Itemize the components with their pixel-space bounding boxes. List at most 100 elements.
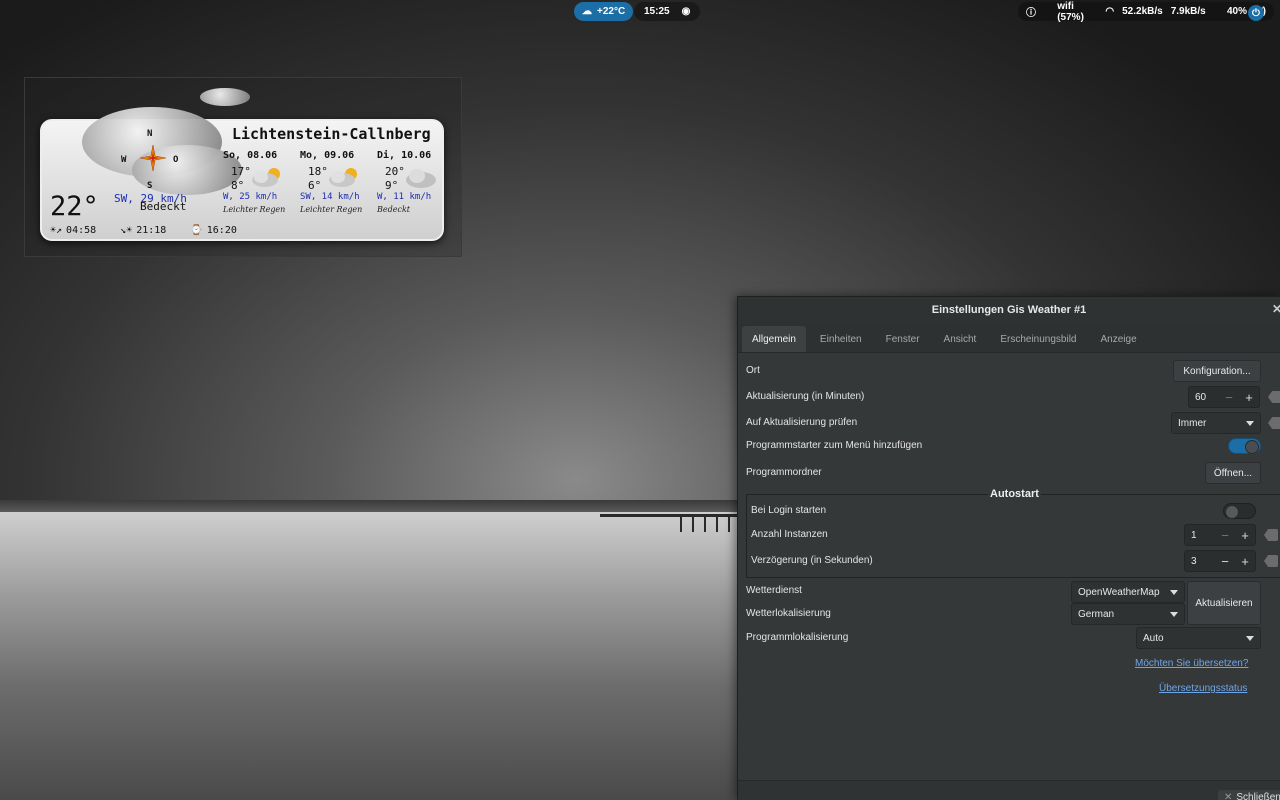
system-tray: ⓘ wifi (57%) ◠ 52.2kB/s 7.9kB/s 40% ◀) ⏻: [1018, 1, 1274, 23]
compass-w: W: [121, 155, 127, 165]
net-down: 52.2kB/s: [1122, 6, 1163, 17]
delay-value[interactable]: 3: [1185, 556, 1215, 567]
sunset-time: 21:18: [136, 225, 167, 236]
check-update-select[interactable]: Immer: [1171, 412, 1261, 434]
forecast-date: Di, 10.06: [377, 150, 432, 161]
chevron-down-icon: [1170, 589, 1178, 595]
pier-post: [716, 514, 718, 532]
delay-label: Verzögerung (in Sekunden): [751, 555, 873, 566]
translation-status-link[interactable]: Übersetzungsstatus: [1159, 683, 1247, 694]
sunrise-icon: ☀↗: [50, 225, 63, 236]
delay-spinner[interactable]: 3 − +: [1184, 550, 1256, 572]
menu-launcher-label: Programmstarter zum Menü hinzufügen: [746, 440, 923, 451]
decrement-button[interactable]: −: [1215, 554, 1235, 569]
login-start-toggle[interactable]: [1223, 503, 1256, 519]
eye-icon[interactable]: ◉: [682, 6, 691, 17]
forecast-wind: SW, 14 km/h: [300, 192, 360, 202]
weather-service-label: Wetterdienst: [746, 585, 802, 596]
sun-cloud-icon: [252, 168, 280, 187]
current-temp: 22°: [50, 191, 99, 222]
toggle-knob: [1225, 505, 1239, 519]
battery-label[interactable]: 40%: [1227, 6, 1247, 17]
close-label: Schließen: [1236, 791, 1280, 800]
toggle-knob: [1245, 440, 1259, 454]
program-locale-label: Programmlokalisierung: [746, 632, 849, 643]
top-panel: ☁ +22°C 15:25 ◉ ⓘ wifi (57%) ◠ 52.2kB/s …: [0, 0, 1280, 23]
tab-anzeige[interactable]: Anzeige: [1091, 326, 1147, 352]
update-interval-spinner[interactable]: 60 − +: [1188, 386, 1260, 408]
sunrise-time: 04:58: [66, 225, 97, 236]
chevron-down-icon: [1170, 611, 1178, 617]
open-folder-button[interactable]: Öffnen...: [1205, 462, 1261, 484]
clock-text: 15:25: [644, 6, 670, 17]
increment-button[interactable]: +: [1239, 390, 1259, 405]
program-folder-label: Programmordner: [746, 467, 822, 478]
chevron-down-icon: [1246, 420, 1254, 426]
forecast-condition: Leichter Regen: [223, 205, 286, 214]
weather-desklet[interactable]: Lichtenstein-Callnberg N W O S 22° SW, 2…: [40, 107, 444, 241]
dialog-button-bar: ✕ Schließen: [738, 780, 1280, 800]
translate-link[interactable]: Möchten Sie übersetzen?: [1135, 658, 1248, 669]
tab-bar: Allgemein Einheiten Fenster Ansicht Ersc…: [738, 323, 1280, 353]
tab-allgemein[interactable]: Allgemein: [742, 326, 806, 352]
forecast-low: 9°: [385, 179, 399, 192]
settings-window: Einstellungen Gis Weather #1 ✕ Allgemein…: [737, 296, 1280, 800]
weather-service-select[interactable]: OpenWeatherMap: [1071, 581, 1185, 603]
forecast-high: 18°: [308, 165, 328, 178]
compass-star-icon: [140, 145, 166, 171]
forecast-date: Mo, 09.06: [300, 150, 355, 161]
wifi-label[interactable]: wifi (57%): [1057, 1, 1097, 23]
forecast-condition: Leichter Regen: [300, 205, 363, 214]
program-locale-value: Auto: [1143, 632, 1164, 644]
forecast-low: 8°: [231, 179, 245, 192]
forecast-high: 20°: [385, 165, 405, 178]
window-title: Einstellungen Gis Weather #1: [931, 304, 1087, 316]
decrement-button[interactable]: −: [1219, 390, 1239, 405]
pier-post: [680, 514, 682, 532]
instances-spinner[interactable]: 1 − +: [1184, 524, 1256, 546]
forecast-high: 17°: [231, 165, 251, 178]
weather-service-value: OpenWeatherMap: [1078, 586, 1160, 598]
close-icon[interactable]: ✕: [1272, 302, 1280, 316]
power-icon[interactable]: ⏻: [1248, 5, 1264, 21]
chevron-down-icon: [1246, 635, 1254, 641]
program-locale-select[interactable]: Auto: [1136, 627, 1261, 649]
reset-icon[interactable]: [1268, 417, 1280, 429]
tab-ansicht[interactable]: Ansicht: [934, 326, 987, 352]
menu-launcher-toggle[interactable]: [1228, 438, 1261, 454]
pier: [600, 514, 740, 517]
tab-erscheinungsbild[interactable]: Erscheinungsbild: [990, 326, 1086, 352]
tab-einheiten[interactable]: Einheiten: [810, 326, 872, 352]
ort-label: Ort: [746, 365, 760, 376]
tab-fenster[interactable]: Fenster: [876, 326, 930, 352]
reset-icon[interactable]: [1268, 391, 1280, 403]
pier-post: [704, 514, 706, 532]
close-button[interactable]: ✕ Schließen: [1218, 790, 1280, 800]
configure-location-button[interactable]: Konfiguration...: [1173, 360, 1261, 382]
rain-cloud-icon: ☁: [582, 6, 592, 17]
instances-value[interactable]: 1: [1185, 530, 1215, 541]
panel-weather-applet[interactable]: ☁ +22°C: [574, 2, 633, 21]
panel-clock[interactable]: 15:25 ◉: [634, 2, 700, 21]
forecast-date: So, 08.06: [223, 150, 278, 161]
increment-button[interactable]: +: [1235, 528, 1255, 543]
check-update-value: Immer: [1178, 417, 1207, 429]
forecast-condition: Bedeckt: [377, 205, 411, 214]
update-icon[interactable]: ⓘ: [1026, 4, 1036, 19]
pier-post: [692, 514, 694, 532]
compass-n: N: [147, 129, 153, 139]
weather-locale-select[interactable]: German: [1071, 603, 1185, 625]
forecast-day: Mo, 09.06 18° 6° SW, 14 km/h Leichter Re…: [300, 150, 376, 214]
net-up: 7.9kB/s: [1170, 6, 1206, 17]
increment-button[interactable]: +: [1235, 554, 1255, 569]
weather-locale-label: Wetterlokalisierung: [746, 608, 831, 619]
decrement-button[interactable]: −: [1215, 528, 1235, 543]
refresh-button[interactable]: Aktualisieren: [1187, 581, 1261, 625]
current-condition: Bedeckt: [140, 200, 187, 213]
close-icon: ✕: [1224, 791, 1233, 800]
sun-times: ☀↗ 04:58 ↘☀ 21:18 ⌚ 16:20: [50, 225, 237, 236]
wifi-icon[interactable]: ◠: [1105, 6, 1114, 17]
update-interval-value[interactable]: 60: [1189, 392, 1219, 403]
city-name: Lichtenstein-Callnberg: [232, 125, 431, 143]
window-titlebar[interactable]: Einstellungen Gis Weather #1 ✕: [738, 297, 1280, 323]
